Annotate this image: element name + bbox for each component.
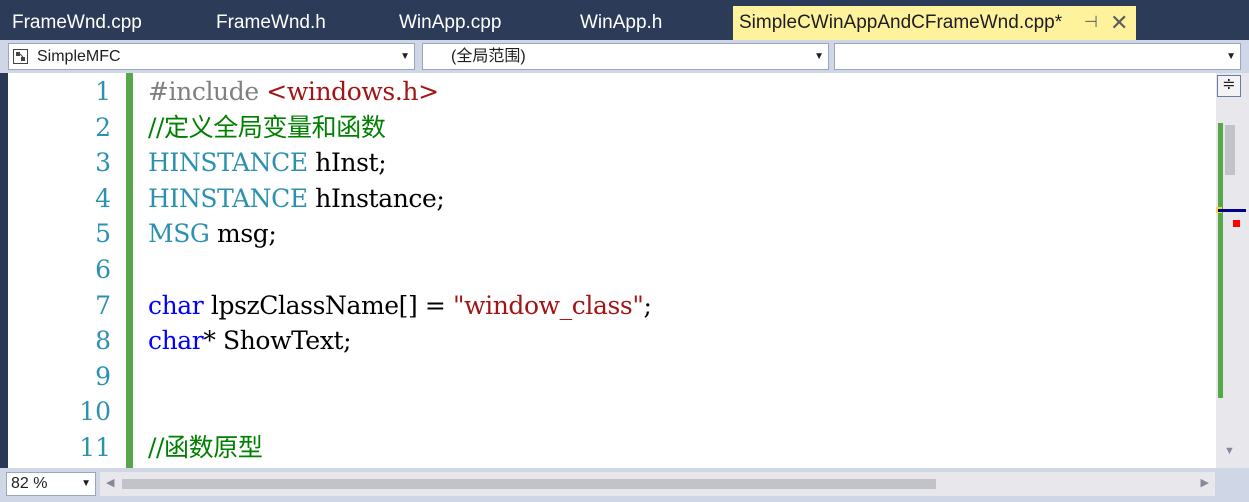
tab-label: WinApp.cpp xyxy=(399,12,502,33)
tab-label: FrameWnd.h xyxy=(216,12,326,33)
code-token: #include xyxy=(148,77,267,106)
code-line[interactable]: //函数原型 xyxy=(148,430,263,466)
tab-winapp-h[interactable]: WinApp.h xyxy=(568,6,728,40)
tab-label: WinApp.h xyxy=(580,12,663,33)
chevron-down-icon: ▼ xyxy=(814,51,824,62)
line-number: 9 xyxy=(95,361,111,391)
line-number: 10 xyxy=(79,397,111,427)
code-line[interactable]: HINSTANCE hInst; xyxy=(148,145,387,181)
project-icon xyxy=(13,49,28,64)
code-token: hInst; xyxy=(307,148,387,178)
code-token: HINSTANCE xyxy=(148,148,308,178)
scrollbar-change-marker xyxy=(1218,123,1223,398)
document-tab-strip: FrameWnd.cpp FrameWnd.h WinApp.cpp WinAp… xyxy=(0,0,1249,40)
code-token: HINSTANCE xyxy=(148,183,308,213)
zoom-level: 82 % xyxy=(11,475,48,492)
line-number: 5 xyxy=(95,219,111,249)
code-line[interactable]: char* ShowText; xyxy=(148,323,352,359)
editor-left-border xyxy=(0,73,8,468)
line-number: 7 xyxy=(95,290,111,320)
code-token: char xyxy=(148,290,204,320)
horizontal-scrollbar[interactable]: ◀ ▶ xyxy=(100,472,1215,496)
tab-winapp-cpp[interactable]: WinApp.cpp xyxy=(387,6,567,40)
code-token: MSG xyxy=(148,219,210,249)
code-token: char xyxy=(148,326,204,356)
scope-name: (全局范围) xyxy=(451,48,526,65)
tab-label: FrameWnd.cpp xyxy=(12,12,142,33)
tab-label: SimpleCWinAppAndCFrameWnd.cpp* xyxy=(739,12,1063,33)
vertical-scroll-thumb[interactable] xyxy=(1225,125,1235,175)
scrollbar-corner xyxy=(1216,468,1249,502)
vertical-scrollbar[interactable]: ≑ ▼ xyxy=(1216,73,1249,468)
chevron-down-icon: ▼ xyxy=(1226,51,1236,62)
code-line[interactable]: char lpszClassName[] = "window_class"; xyxy=(148,288,652,324)
code-line[interactable]: #include <windows.h> xyxy=(148,74,439,110)
line-number-gutter: 1 2 3 4 5 6 7 8 9 10 11 xyxy=(8,73,125,468)
code-token: * ShowText; xyxy=(203,326,352,356)
code-line[interactable]: HINSTANCE hInstance; xyxy=(148,181,445,217)
line-number: 11 xyxy=(79,433,111,462)
scrollbar-caret-marker xyxy=(1218,209,1246,212)
code-token: "window_class" xyxy=(453,290,644,320)
code-editor[interactable]: 1 2 3 4 5 6 7 8 9 10 11 #include <windows.h>//定义全局… xyxy=(0,73,1249,468)
line-number: 1 xyxy=(95,77,111,106)
member-dropdown[interactable]: ▼ xyxy=(834,43,1241,70)
project-name: SimpleMFC xyxy=(37,48,121,65)
pin-icon[interactable]: ⊣ xyxy=(1084,6,1098,40)
split-window-icon[interactable]: ≑ xyxy=(1217,75,1241,97)
scroll-left-arrow-icon[interactable]: ◀ xyxy=(106,476,114,489)
tab-framewnd-h[interactable]: FrameWnd.h xyxy=(204,6,384,40)
code-line[interactable]: //定义全局变量和函数 xyxy=(148,110,386,146)
tab-simplecwinapp-cpp[interactable]: SimpleCWinAppAndCFrameWnd.cpp* ⊣ ✕ xyxy=(733,6,1136,40)
code-token: lpszClassName[] = xyxy=(203,290,454,320)
code-token: //定义全局变量和函数 xyxy=(148,112,386,142)
code-token: ; xyxy=(643,290,652,320)
code-token: hInstance; xyxy=(307,183,445,213)
line-number: 4 xyxy=(95,183,111,213)
scroll-right-arrow-icon[interactable]: ▶ xyxy=(1201,476,1209,489)
project-dropdown[interactable]: SimpleMFC ▼ xyxy=(8,43,415,70)
close-icon[interactable]: ✕ xyxy=(1110,6,1128,40)
change-tracking-margin xyxy=(126,73,133,468)
scroll-down-arrow-icon[interactable]: ▼ xyxy=(1224,445,1235,457)
code-token: msg; xyxy=(209,219,277,249)
chevron-down-icon: ▼ xyxy=(81,478,91,489)
code-token: <windows.h> xyxy=(266,77,439,106)
line-number: 2 xyxy=(95,112,111,142)
scope-dropdown[interactable]: (全局范围) ▼ xyxy=(422,43,829,70)
line-number: 3 xyxy=(95,148,111,178)
editor-bottom-bar: 82 % ▼ ◀ ▶ xyxy=(0,468,1249,502)
line-number: 6 xyxy=(95,255,111,284)
scrollbar-error-marker xyxy=(1233,220,1240,227)
code-token: //函数原型 xyxy=(148,433,263,462)
navigation-bar: SimpleMFC ▼ (全局范围) ▼ ▼ xyxy=(0,40,1249,73)
horizontal-scroll-thumb[interactable] xyxy=(122,479,936,489)
line-number: 8 xyxy=(95,326,111,356)
code-line[interactable]: MSG msg; xyxy=(148,216,277,252)
code-text-area[interactable]: #include <windows.h>//定义全局变量和函数 HINSTANCE… xyxy=(148,73,1208,468)
tab-framewnd-cpp[interactable]: FrameWnd.cpp xyxy=(0,6,215,40)
chevron-down-icon: ▼ xyxy=(400,51,410,62)
zoom-dropdown[interactable]: 82 % ▼ xyxy=(6,472,96,496)
